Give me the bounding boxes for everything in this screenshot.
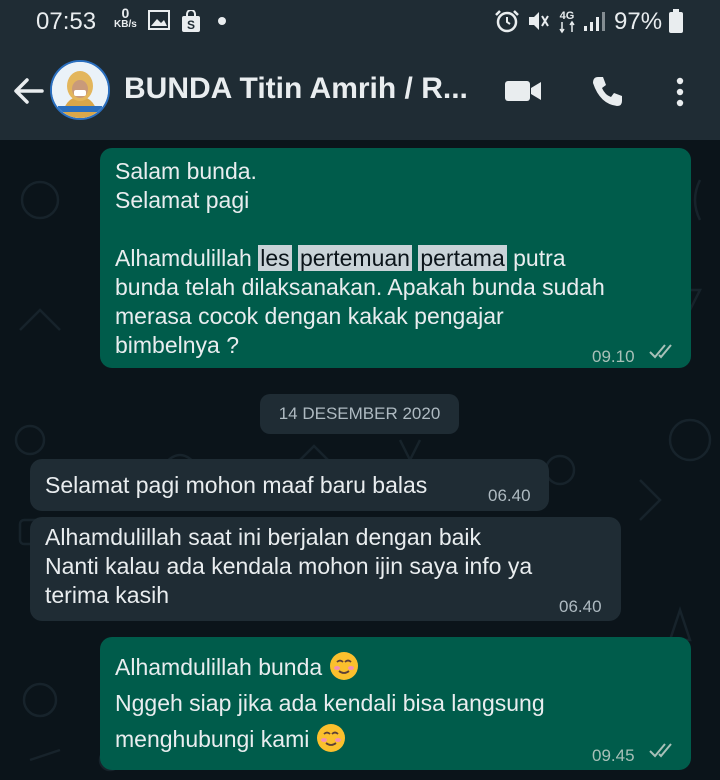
message-text: Alhamdulillah saat ini berjalan dengan b… [45,524,533,608]
message-bubble-incoming[interactable]: Alhamdulillah saat ini berjalan dengan b… [30,517,621,621]
message-time: 06.40 [488,486,531,505]
message-time: 09.45 [592,746,635,765]
status-bar: 07:53 0 KB/s S 4G 97% [0,0,720,42]
battery-icon [669,9,683,33]
notification-dot-icon [218,17,226,25]
message-line-2: Nggeh siap jika ada kendali bisa langsun… [115,690,545,716]
message-text: Selamat pagi mohon maaf baru balas [45,472,428,498]
highlighted-word: les [258,245,292,271]
message-greeting: Salam bunda. Selamat pagi [115,158,257,213]
net-speed-value: 0 [121,5,130,21]
back-arrow-icon[interactable] [12,76,44,106]
message-time: 06.40 [559,597,602,616]
net-speed-indicator: 0 KB/s [114,5,137,30]
more-options-icon[interactable] [674,76,686,108]
signal-icon [584,12,605,31]
network-type-label: 4G [560,10,575,22]
double-check-read-icon [649,743,672,758]
message-line-3: menghubungi kami [115,726,310,752]
message-line-1: Alhamdulillah bunda [115,654,323,680]
chat-header: BUNDA Titin Amrih / R... [0,42,720,140]
net-speed-unit: KB/s [114,19,137,30]
mute-icon [529,12,549,30]
contact-name[interactable]: BUNDA Titin Amrih / R... [124,72,468,106]
message-bubble-outgoing[interactable]: Salam bunda. Selamat pagi Alhamdulillah … [100,148,691,368]
message-text: Alhamdulillah les pertemuan pertama putr… [115,244,675,360]
double-check-read-icon [649,344,672,359]
message-text: Alhamdulillah bunda Nggeh siap jika ada … [115,649,545,757]
chat-area[interactable]: Salam bunda. Selamat pagi Alhamdulillah … [0,140,720,780]
svg-text:S: S [187,18,195,32]
message-bubble-incoming[interactable]: Selamat pagi mohon maaf baru balas 06.40 [30,459,549,511]
shopping-bag-icon: S [182,10,200,32]
network-type-icon: 4G [559,10,575,34]
alarm-icon [495,10,519,33]
avatar-image [52,62,108,118]
highlighted-word: pertama [418,245,507,271]
date-separator: 14 DESEMBER 2020 [260,394,459,434]
message-time: 09.10 [592,347,635,366]
highlighted-word: pertemuan [298,245,412,271]
gallery-icon [148,10,170,30]
message-bubble-outgoing[interactable]: Alhamdulillah bunda Nggeh siap jika ada … [100,637,691,770]
contact-avatar[interactable] [50,60,110,120]
smiling-face-emoji-icon [329,652,358,680]
message-text-start: Alhamdulillah [115,245,259,271]
video-call-icon[interactable] [504,78,542,104]
voice-call-icon[interactable] [590,74,624,108]
battery-percent: 97% [614,8,663,35]
status-time: 07:53 [36,8,97,35]
smiling-face-emoji-icon [316,724,345,752]
